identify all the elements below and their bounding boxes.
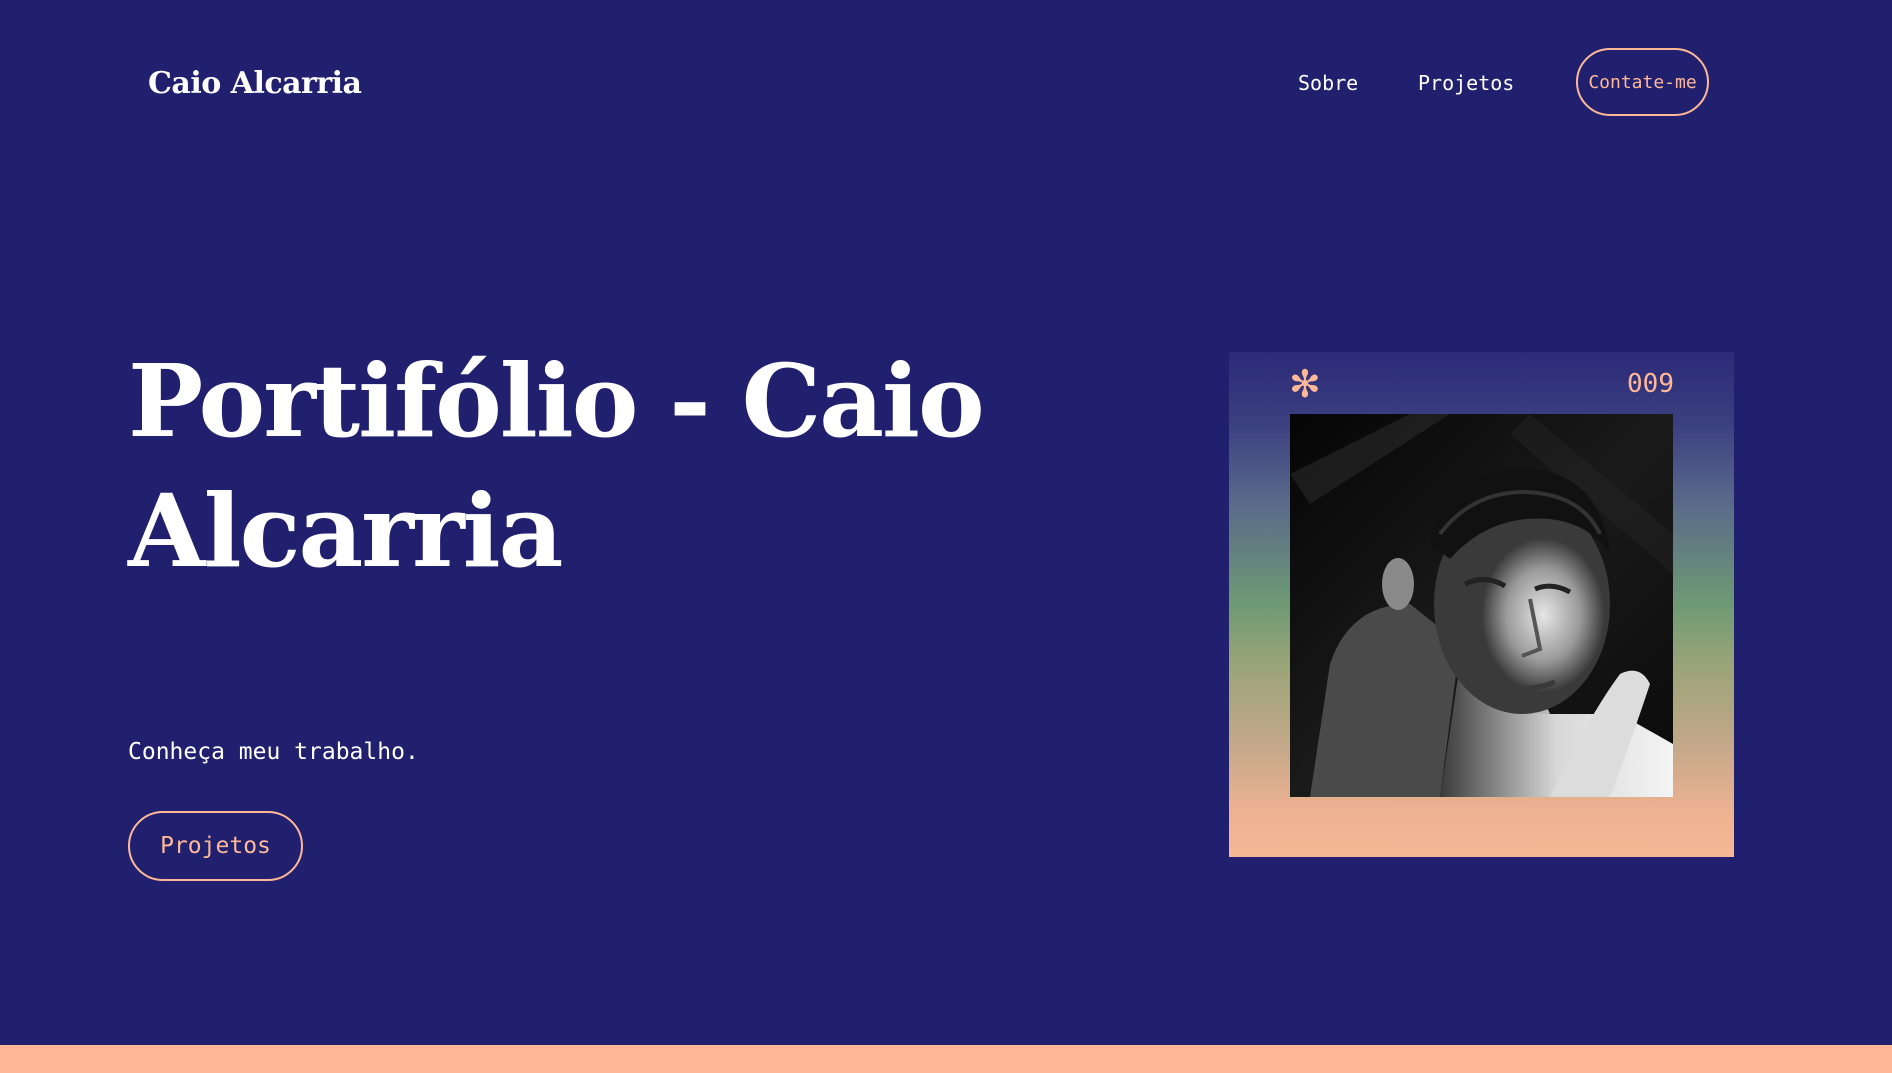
hero-title: Portifólio - Caio Alcarria: [128, 342, 985, 590]
asterisk-icon: ✻: [1289, 362, 1321, 406]
nav-link-sobre[interactable]: Sobre: [1298, 68, 1358, 98]
portrait-image: [1290, 414, 1673, 797]
hero-subtitle: Conheça meu trabalho.: [128, 739, 419, 765]
photo-card: ✻ 009: [1229, 352, 1734, 857]
card-number: 009: [1627, 369, 1674, 399]
contact-button[interactable]: Contate-me: [1576, 48, 1709, 116]
brand-logo[interactable]: Caio Alcarria: [148, 62, 362, 106]
profile-photo: [1290, 414, 1673, 797]
nav-link-projetos[interactable]: Projetos: [1418, 68, 1514, 98]
footer-accent-bar: [0, 1045, 1892, 1073]
projects-button[interactable]: Projetos: [128, 811, 303, 881]
